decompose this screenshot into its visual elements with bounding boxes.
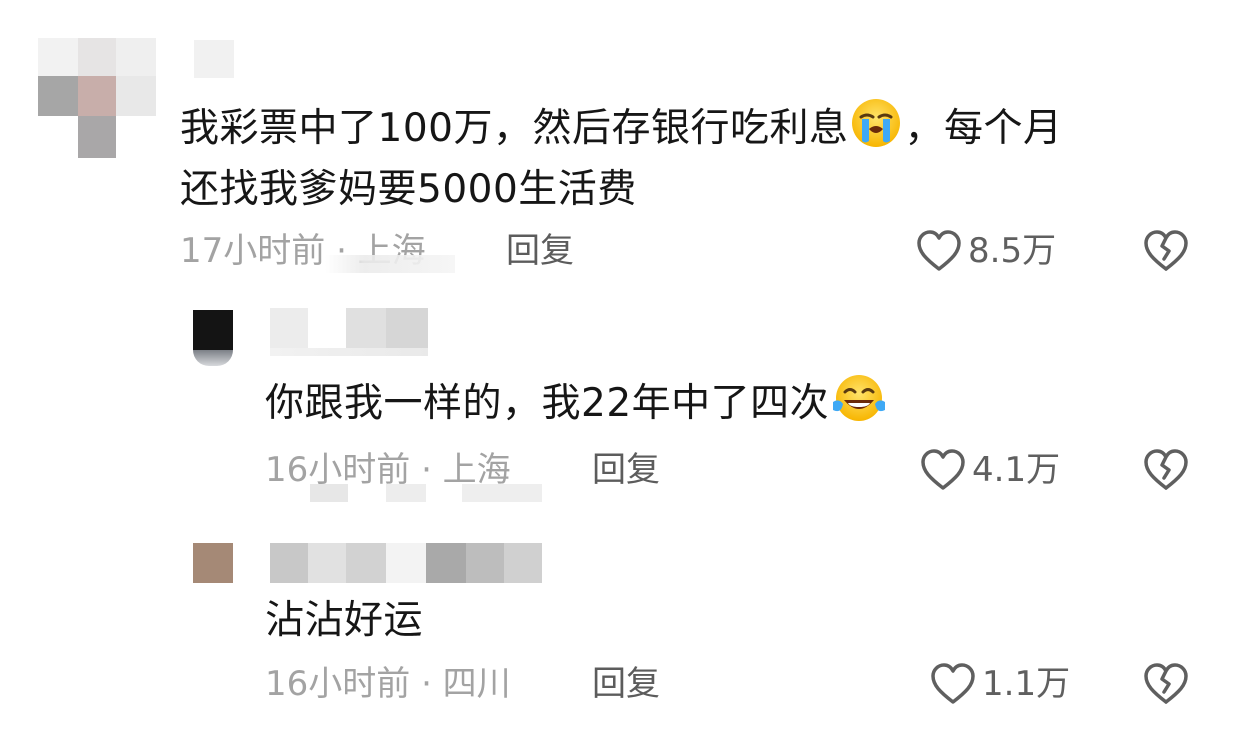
username[interactable] <box>270 543 542 583</box>
comment-meta: 16小时前 · 四川 <box>265 664 511 704</box>
like-count: 1.1万 <box>982 664 1071 704</box>
comment-text: 沾沾好运 <box>265 598 424 643</box>
comment-3: 沾沾好运 16小时前 · 四川 回复 1.1万 <box>0 0 1242 735</box>
reply-button[interactable]: 回复 <box>592 664 660 704</box>
heart-icon <box>931 663 975 704</box>
broken-heart-icon <box>1144 663 1188 704</box>
like-button[interactable]: 1.1万 <box>930 662 1070 706</box>
dislike-button[interactable] <box>1142 662 1190 710</box>
avatar[interactable] <box>193 543 233 583</box>
